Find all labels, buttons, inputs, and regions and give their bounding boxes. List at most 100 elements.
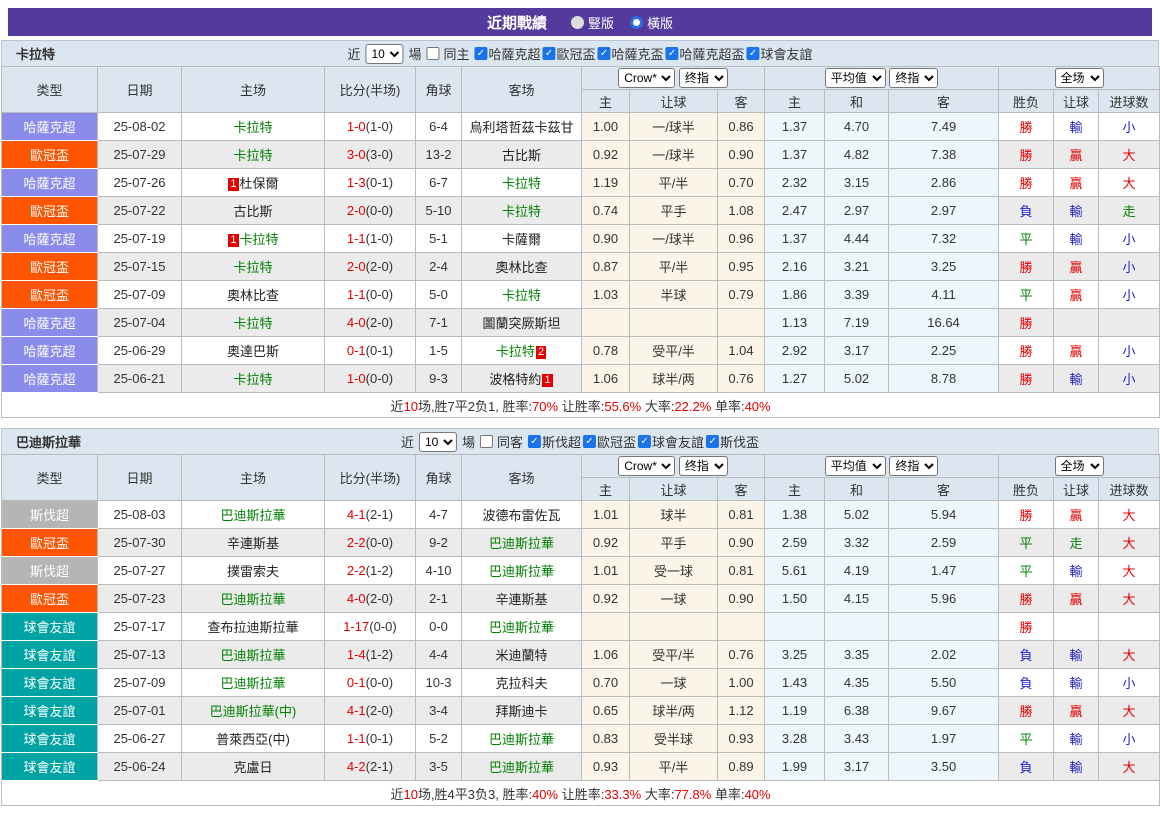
checkbox-checked-icon[interactable]: ✓ (706, 435, 719, 448)
euro-draw-odds: 3.39 (825, 281, 889, 309)
radio-unchecked-icon[interactable] (571, 16, 584, 29)
home-team-name: 克盧日 (233, 760, 272, 775)
summary-segment: 55.6% (604, 399, 641, 414)
checkbox-checked-icon[interactable]: ✓ (474, 47, 487, 60)
summary-text: 近10场,胜4平3负3, 胜率:40% 让胜率:33.3% 大率:77.8% 单… (2, 781, 1160, 806)
checkbox-checked-icon[interactable]: ✓ (543, 47, 556, 60)
date-cell: 25-07-15 (98, 253, 182, 281)
scope-select[interactable]: 全场 (1055, 456, 1104, 476)
handicap-line: 一/球半 (630, 141, 718, 169)
away-team-name: 卡薩爾 (502, 232, 541, 247)
result-handicap: 贏 (1054, 253, 1099, 281)
checkbox-unchecked-icon[interactable] (480, 435, 493, 448)
league-filter-checkbox[interactable]: ✓斯伐盃 (706, 432, 759, 451)
handicap-home-odds: 0.92 (582, 141, 630, 169)
euro-home-odds: 1.38 (765, 501, 825, 529)
match-row: 歐冠盃25-07-15卡拉特2-0(2-0)2-4奧林比查0.87平/半0.95… (2, 253, 1160, 281)
euro-home-odds: 1.37 (765, 113, 825, 141)
layout-radio-vertical[interactable]: 豎版 (571, 13, 614, 32)
checkbox-checked-icon[interactable]: ✓ (598, 47, 611, 60)
league-filter-checkbox[interactable]: ✓球會友誼 (747, 44, 813, 63)
col-header-away: 客场 (462, 455, 582, 501)
handicap-source-select[interactable]: Crow* (618, 68, 675, 88)
date-cell: 25-07-17 (98, 613, 182, 641)
corners-cell: 13-2 (416, 141, 462, 169)
match-count-select[interactable]: 10 (419, 432, 457, 452)
date-cell: 25-07-30 (98, 529, 182, 557)
corners-cell: 5-1 (416, 225, 462, 253)
same-venue-filter[interactable]: 同主 (426, 44, 469, 63)
league-filter-checkbox[interactable]: ✓斯伐超 (528, 432, 581, 451)
handicap-final-select[interactable]: 终指 (679, 68, 728, 88)
away-team-name: 卡拉特 (502, 288, 541, 303)
scope-select[interactable]: 全场 (1055, 68, 1104, 88)
handicap-line: 半球 (630, 281, 718, 309)
checkbox-checked-icon[interactable]: ✓ (747, 47, 760, 60)
corners-cell: 0-0 (416, 613, 462, 641)
layout-radio-horizontal[interactable]: 橫版 (630, 13, 673, 32)
league-filter-checkbox[interactable]: ✓歐冠盃 (583, 432, 636, 451)
checkbox-checked-icon[interactable]: ✓ (638, 435, 651, 448)
corners-cell: 1-5 (416, 337, 462, 365)
fulltime-score: 4-1 (347, 507, 366, 522)
result-handicap: 贏 (1054, 697, 1099, 725)
euro-final-select[interactable]: 终指 (889, 456, 938, 476)
away-team-cell: 古比斯 (462, 141, 582, 169)
match-row: 球會友誼25-07-17查布拉迪斯拉華1-17(0-0)0-0巴迪斯拉華勝 (2, 613, 1160, 641)
result-group-header: 全场 (999, 67, 1160, 90)
summary-segment: 让胜率: (558, 787, 604, 802)
away-team-cell: 波格特約1 (462, 365, 582, 393)
match-row: 哈薩克超25-06-21卡拉特1-0(0-0)9-3波格特約11.06球半/两0… (2, 365, 1160, 393)
score-cell: 1-1(0-1) (325, 725, 416, 753)
handicap-away-odds: 0.89 (718, 753, 765, 781)
radio-checked-icon[interactable] (630, 16, 643, 29)
handicap-line: 球半 (630, 501, 718, 529)
euro-source-select[interactable]: 平均值 (825, 456, 886, 476)
league-filter-checkbox[interactable]: ✓哈薩克盃 (598, 44, 664, 63)
checkbox-checked-icon[interactable]: ✓ (528, 435, 541, 448)
euro-source-select[interactable]: 平均值 (825, 68, 886, 88)
home-team-cell: 1杜保爾 (182, 169, 325, 197)
home-team-cell: 卡拉特 (182, 253, 325, 281)
handicap-source-select[interactable]: Crow* (618, 456, 675, 476)
match-count-select[interactable]: 10 (365, 44, 403, 64)
result-outcome: 平 (999, 529, 1054, 557)
handicap-final-select[interactable]: 终指 (679, 456, 728, 476)
league-filters: ✓斯伐超✓歐冠盃✓球會友誼✓斯伐盃 (526, 432, 759, 451)
result-goals: 小 (1099, 669, 1160, 697)
checkbox-unchecked-icon[interactable] (426, 47, 439, 60)
same-venue-filter[interactable]: 同客 (480, 432, 523, 451)
euro-draw-odds: 4.35 (825, 669, 889, 697)
col-header-corners: 角球 (416, 455, 462, 501)
home-team-cell: 克盧日 (182, 753, 325, 781)
handicap-away-odds: 0.76 (718, 365, 765, 393)
handicap-home-odds (582, 613, 630, 641)
checkbox-checked-icon[interactable]: ✓ (666, 47, 679, 60)
corners-cell: 9-3 (416, 365, 462, 393)
date-cell: 25-06-24 (98, 753, 182, 781)
sub-header-outcome: 胜负 (999, 478, 1054, 501)
summary-segment: 大率: (641, 399, 674, 414)
home-team-cell: 辛連斯基 (182, 529, 325, 557)
score-cell: 2-0(2-0) (325, 253, 416, 281)
away-team-name: 巴迪斯拉華 (489, 564, 554, 579)
league-filter-checkbox[interactable]: ✓哈薩克超 (474, 44, 540, 63)
league-filter-checkbox[interactable]: ✓哈薩克超盃 (666, 44, 745, 63)
euro-odds-group-header: 平均值 终指 (765, 67, 999, 90)
league-filter-checkbox[interactable]: ✓球會友誼 (638, 432, 704, 451)
checkbox-checked-icon[interactable]: ✓ (583, 435, 596, 448)
halftime-score: (0-0) (366, 371, 393, 386)
result-outcome: 平 (999, 225, 1054, 253)
result-handicap: 輸 (1054, 113, 1099, 141)
league-badge: 球會友誼 (2, 725, 98, 753)
home-team-name: 巴迪斯拉華 (220, 592, 285, 607)
sub-header-goals-result: 进球数 (1099, 478, 1160, 501)
red-card-badge: 1 (228, 178, 238, 191)
handicap-line: 受平/半 (630, 337, 718, 365)
sub-header-hcap-home: 主 (582, 90, 630, 113)
match-row: 歐冠盃25-07-23巴迪斯拉華4-0(2-0)2-1辛連斯基0.92一球0.9… (2, 585, 1160, 613)
league-filter-checkbox[interactable]: ✓歐冠盃 (543, 44, 596, 63)
euro-final-select[interactable]: 终指 (889, 68, 938, 88)
away-team-name: 巴迪斯拉華 (489, 536, 554, 551)
home-team-cell: 奧達巴斯 (182, 337, 325, 365)
